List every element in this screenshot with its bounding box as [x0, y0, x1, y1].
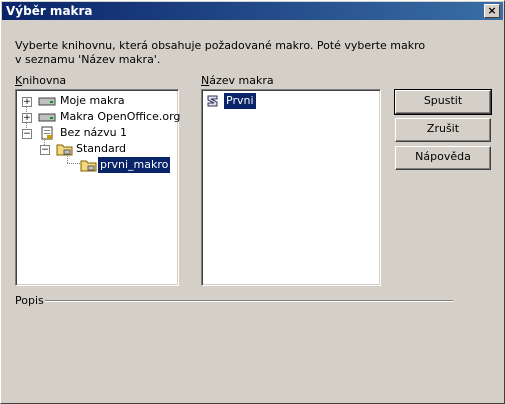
- collapse-icon[interactable]: −: [22, 129, 32, 139]
- cancel-button[interactable]: Zrušit: [395, 118, 491, 142]
- collapse-icon[interactable]: −: [40, 145, 50, 155]
- title-bar: Výběr makra ×: [2, 2, 503, 20]
- library-tree[interactable]: + Moje makra + Makra OpenOffice.org − Be…: [15, 89, 180, 286]
- instructions-line-1: Vyberte knihovnu, která obsahuje požadov…: [15, 39, 426, 52]
- expand-icon[interactable]: +: [22, 97, 32, 107]
- close-icon: ×: [487, 4, 497, 17]
- tree-line: [67, 163, 80, 164]
- drive-icon: [38, 113, 56, 122]
- run-button[interactable]: Spustit: [394, 89, 492, 115]
- instructions-line-2: v seznamu 'Název makra'.: [15, 53, 161, 66]
- module-icon: [80, 160, 97, 172]
- folder-icon: [56, 144, 73, 156]
- drive-icon: [38, 97, 56, 106]
- help-button[interactable]: Nápověda: [395, 146, 491, 170]
- description-separator: [45, 300, 453, 302]
- close-button[interactable]: ×: [484, 4, 500, 18]
- macro-icon: [207, 95, 218, 107]
- macro-name-label: Název makra: [201, 74, 274, 87]
- macro-selector-dialog: Výběr makra × Vyberte knihovnu, která ob…: [0, 0, 505, 404]
- window-title: Výběr makra: [6, 4, 93, 18]
- document-icon: [41, 126, 53, 140]
- library-label: Knihovna: [15, 74, 67, 87]
- description-label: Popis: [15, 294, 44, 307]
- expand-icon[interactable]: +: [22, 113, 32, 123]
- macro-name-list[interactable]: Prvni: [201, 89, 381, 286]
- instructions: Vyberte knihovnu, která obsahuje požadov…: [15, 39, 435, 67]
